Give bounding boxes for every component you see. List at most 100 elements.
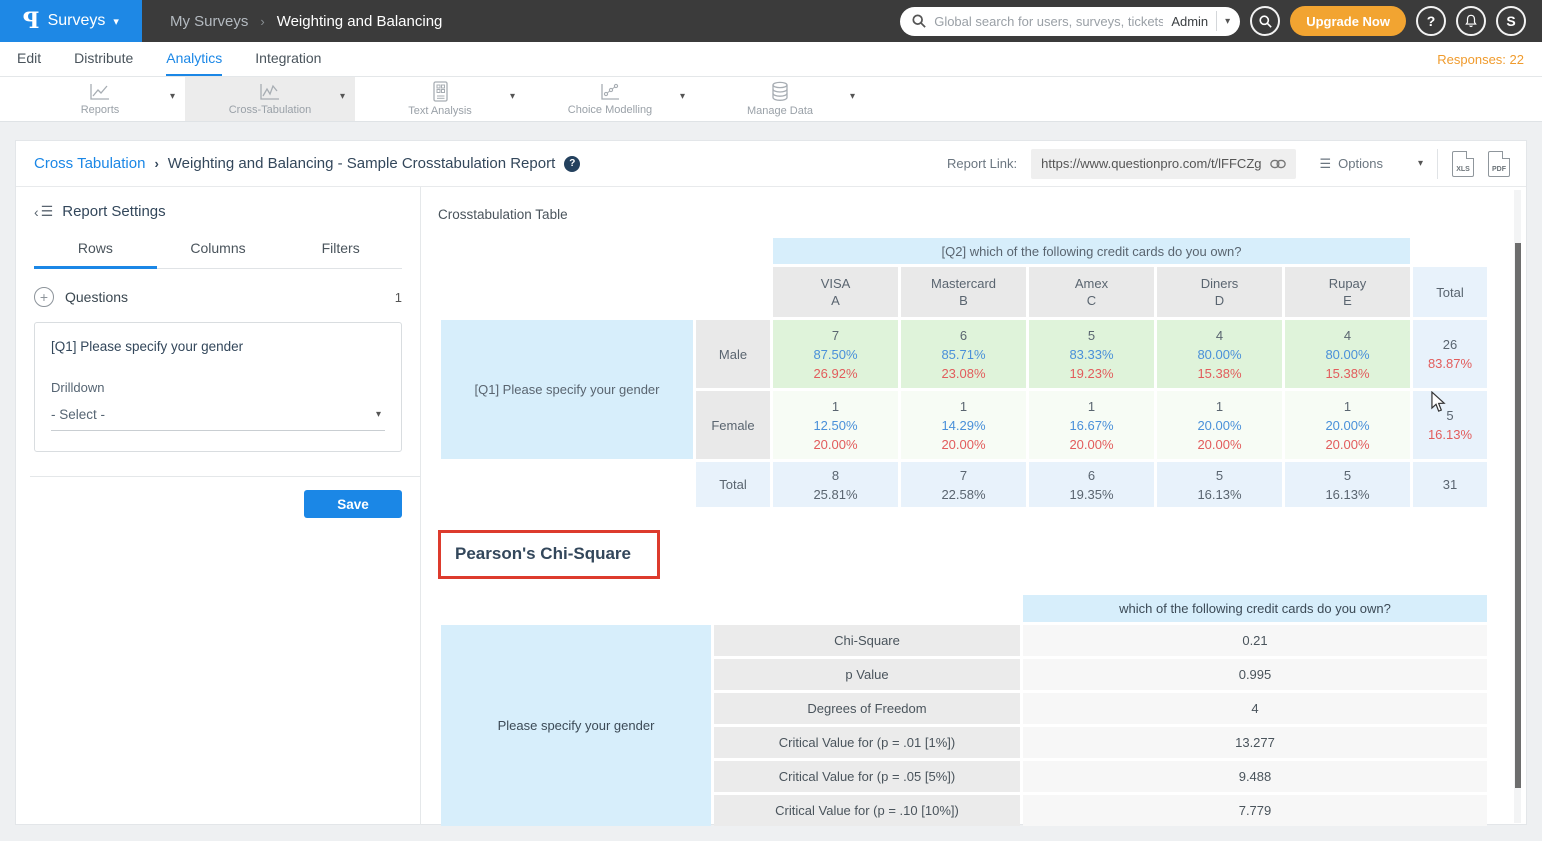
options-icon: ☰ [1320,156,1332,172]
product-switcher[interactable]: P Surveys ▾ [0,0,142,42]
divider [1216,11,1217,31]
xls-icon-label: XLS [1453,166,1473,173]
column-header-total: Total [1413,267,1487,317]
document-grid-icon [430,81,450,103]
chi-square-stat-label: Degrees of Freedom [714,693,1020,724]
export-xls-button[interactable]: XLS [1452,151,1474,177]
nav-item-distribute[interactable]: Distribute [74,42,133,76]
top-navbar: P Surveys ▾ My Surveys › Weighting and B… [0,0,1542,42]
nav-item-analytics[interactable]: Analytics [166,42,222,76]
questions-label: Questions [65,289,128,305]
report-link-box[interactable]: https://www.questionpro.com/t/lFFCZg [1031,149,1295,179]
toolbar-choice-modelling[interactable]: Choice Modelling ▾ [525,77,695,121]
notifications-button[interactable] [1456,6,1486,36]
add-question-button[interactable]: + [34,287,54,307]
report-settings-panel: ‹ ☰ Report Settings Rows Columns Filters… [16,187,421,825]
crosstab-cell: 116.67%20.00% [1029,391,1154,459]
global-search[interactable]: Admin ▾ [900,7,1240,36]
export-pdf-button[interactable]: PDF [1488,151,1510,177]
tab-filters[interactable]: Filters [279,240,402,269]
chi-square-stat-label: Critical Value for (p = .01 [1%]) [714,727,1020,758]
line-chart-icon [88,82,112,102]
divider [1437,149,1438,179]
chevron-down-icon[interactable]: ▾ [510,91,515,102]
save-button[interactable]: Save [304,490,402,518]
crosstab-cell: 120.00%20.00% [1157,391,1282,459]
crosstab-cell: 114.29%20.00% [901,391,1026,459]
questions-count: 1 [395,290,402,305]
chi-square-stat-value: 0.995 [1023,659,1487,690]
search-scope-label: Admin [1171,14,1208,29]
question-mark-icon: ? [1427,13,1436,29]
chi-square-stat-value: 0.21 [1023,625,1487,656]
crosstab-total-cell: 722.58% [901,462,1026,507]
toolbar-manage-data[interactable]: Manage Data ▾ [695,77,865,121]
nav-item-edit[interactable]: Edit [17,42,41,76]
question-card: [Q1] Please specify your gender Drilldow… [34,322,402,452]
chi-square-stat-value: 4 [1023,693,1487,724]
options-dropdown[interactable]: ☰ Options ▾ [1320,156,1424,172]
chevron-down-icon[interactable]: ▾ [850,91,855,102]
line-chart-icon [258,82,282,102]
breadcrumb: My Surveys › Weighting and Balancing [170,13,442,30]
column-header-diners: DinersD [1157,267,1282,317]
avatar[interactable]: S [1496,6,1526,36]
crosstab-cell: 480.00%15.38% [1157,320,1282,388]
toolbar-cross-tabulation[interactable]: Cross-Tabulation ▾ [185,77,355,121]
tab-rows[interactable]: Rows [34,240,157,269]
crosstab-row-total: 516.13% [1413,391,1487,459]
toolbar-label: Cross-Tabulation [229,104,312,116]
crosstab-row-total: 2683.87% [1413,320,1487,388]
product-label: Surveys [48,12,106,30]
collapse-panel-button[interactable]: ‹ ☰ [34,203,53,220]
bell-icon [1464,14,1478,28]
report-link-label: Report Link: [947,156,1017,171]
settings-panel-title: Report Settings [62,203,165,220]
breadcrumb-my-surveys[interactable]: My Surveys [170,13,248,30]
chevron-down-icon[interactable]: ▾ [340,91,345,102]
search-input[interactable] [934,14,1163,29]
avatar-initial: S [1506,13,1515,29]
crosstab-table: [Q2] which of the following credit cards… [438,235,1490,510]
crosstab-cell: 685.71%23.08% [901,320,1026,388]
tab-columns[interactable]: Columns [157,240,280,269]
chevron-down-icon[interactable]: ▾ [680,91,685,102]
crosstab-cell: 480.00%15.38% [1285,320,1410,388]
chi-square-table: which of the following credit cards do y… [438,592,1490,829]
help-button[interactable]: ? [1416,6,1446,36]
crosstab-row-question: [Q1] Please specify your gender [441,320,693,459]
drilldown-select[interactable]: - Select - ▾ [51,395,385,431]
topbar-actions: Admin ▾ Upgrade Now ? S [900,6,1542,36]
scrollbar-thumb[interactable] [1515,243,1521,788]
chevron-left-icon: ‹ [34,204,39,220]
survey-nav: Edit Distribute Analytics Integration Re… [0,42,1542,77]
settings-tabs: Rows Columns Filters [34,240,402,269]
report-title: Weighting and Balancing - Sample Crossta… [168,155,555,172]
report-link-url[interactable]: https://www.questionpro.com/t/lFFCZg [1041,156,1261,171]
breadcrumb-separator-icon: › [154,156,158,171]
crosstab-total-cell: 516.13% [1157,462,1282,507]
column-header-rupay: RupayE [1285,267,1410,317]
toolbar-text-analysis[interactable]: Text Analysis ▾ [355,77,525,121]
row-label-male: Male [696,320,770,388]
crosstab-cell: 120.00%20.00% [1285,391,1410,459]
responses-count: Responses: 22 [1437,42,1542,76]
chi-square-stat-label: p Value [714,659,1020,690]
search-icon [912,14,926,28]
search-scope-caret-icon[interactable]: ▾ [1225,16,1230,27]
search-button[interactable] [1250,6,1280,36]
column-header-visa: VISAA [773,267,898,317]
options-label: Options [1338,156,1383,171]
toolbar-reports[interactable]: Reports ▾ [15,77,185,121]
chi-square-stat-value: 9.488 [1023,761,1487,792]
chevron-down-icon[interactable]: ▾ [170,91,175,102]
upgrade-now-button[interactable]: Upgrade Now [1290,6,1406,36]
crosstab-cell: 787.50%26.92% [773,320,898,388]
chi-square-stat-value: 7.779 [1023,795,1487,826]
link-icon[interactable] [1270,159,1286,169]
cross-tabulation-link[interactable]: Cross Tabulation [34,155,145,172]
help-icon[interactable]: ? [564,156,580,172]
nav-item-integration[interactable]: Integration [255,42,321,76]
column-header-amex: AmexC [1029,267,1154,317]
chi-square-row-header: Please specify your gender [441,625,711,826]
